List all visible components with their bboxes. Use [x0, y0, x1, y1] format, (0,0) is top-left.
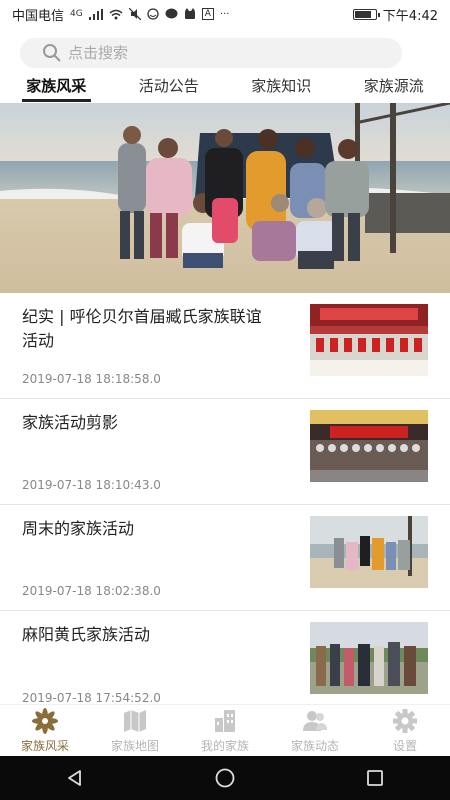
recents-button[interactable]	[355, 763, 395, 793]
recents-square-icon	[367, 770, 383, 786]
nav-family-style[interactable]: 家族风采	[0, 705, 90, 756]
network-label: 4G	[70, 9, 83, 19]
nav-label: 家族动态	[290, 739, 339, 753]
message-icon	[165, 8, 178, 19]
nav-label: 家族地图	[110, 739, 159, 753]
tab-family-origin[interactable]: 家族源流	[338, 72, 450, 102]
battery-icon	[352, 8, 380, 20]
app-notification-icon	[147, 8, 159, 20]
news-date: 2019-07-18 18:02:38.0	[22, 584, 161, 598]
news-item[interactable]: 周末的家族活动 2019-07-18 18:02:38.0	[0, 505, 450, 611]
people-icon	[303, 711, 327, 731]
nav-label: 设置	[392, 739, 417, 753]
bottom-nav: 家族风采 家族地图 我的家族 家族动态 设置	[0, 704, 450, 756]
nav-family-news[interactable]: 家族动态	[270, 705, 360, 756]
search-input[interactable]	[68, 44, 368, 62]
search-icon	[43, 44, 61, 62]
news-item[interactable]: 家族活动剪影 2019-07-18 18:10:43.0	[0, 399, 450, 505]
home-button[interactable]	[205, 763, 245, 793]
banner-photo[interactable]	[0, 103, 450, 293]
news-title: 麻阳黄氏家族活动	[22, 625, 151, 644]
cat-icon	[184, 8, 195, 19]
news-date: 2019-07-18 18:10:43.0	[22, 478, 161, 492]
news-date: 2019-07-18 18:18:58.0	[22, 372, 161, 386]
ime-badge: A	[201, 8, 214, 20]
nav-settings[interactable]: 设置	[360, 705, 450, 756]
signal-icon	[88, 8, 103, 20]
tab-family-knowledge[interactable]: 家族知识	[225, 72, 338, 102]
system-nav-bar	[0, 756, 450, 800]
search-bar[interactable]	[20, 38, 402, 68]
news-title: 家族活动剪影	[22, 413, 119, 432]
nav-family-map[interactable]: 家族地图	[90, 705, 180, 756]
news-date: 2019-07-18 17:54:52.0	[22, 691, 161, 705]
news-title: 周末的家族活动	[22, 519, 135, 538]
carrier-label: 中国电信	[12, 8, 65, 24]
gear-icon	[393, 709, 417, 733]
news-thumbnail	[310, 410, 428, 482]
home-circle-icon	[215, 768, 235, 788]
tab-announcements[interactable]: 活动公告	[113, 72, 226, 102]
flower-icon	[32, 708, 58, 734]
news-thumbnail	[310, 622, 428, 694]
news-thumbnail	[310, 516, 428, 588]
tab-family-style[interactable]: 家族风采	[0, 72, 113, 102]
more-notifications: ···	[219, 8, 230, 20]
news-item[interactable]: 纪实 | 呼伦贝尔首届臧氏家族联谊活动 2019-07-18 18:18:58.…	[0, 293, 450, 399]
news-thumbnail	[310, 304, 428, 376]
nav-label: 我的家族	[200, 739, 249, 753]
status-bar: 中国电信 4G A ··· 下午4:42	[0, 0, 450, 28]
news-title: 纪实 | 呼伦贝尔首届臧氏家族联谊活动	[22, 307, 262, 350]
nav-label: 家族风采	[20, 739, 69, 753]
building-icon	[215, 710, 235, 732]
wifi-icon	[109, 9, 123, 19]
back-button[interactable]	[55, 763, 95, 793]
clock: 下午4:42	[382, 8, 438, 24]
news-item[interactable]: 麻阳黄氏家族活动 2019-07-18 17:54:52.0	[0, 611, 450, 717]
map-icon	[124, 710, 146, 732]
news-list: 纪实 | 呼伦贝尔首届臧氏家族联谊活动 2019-07-18 18:18:58.…	[0, 293, 450, 717]
mute-icon	[128, 8, 141, 20]
nav-my-family[interactable]: 我的家族	[180, 705, 270, 756]
top-tabs: 家族风采 活动公告 家族知识 家族源流	[0, 72, 450, 102]
back-triangle-icon	[68, 770, 81, 786]
